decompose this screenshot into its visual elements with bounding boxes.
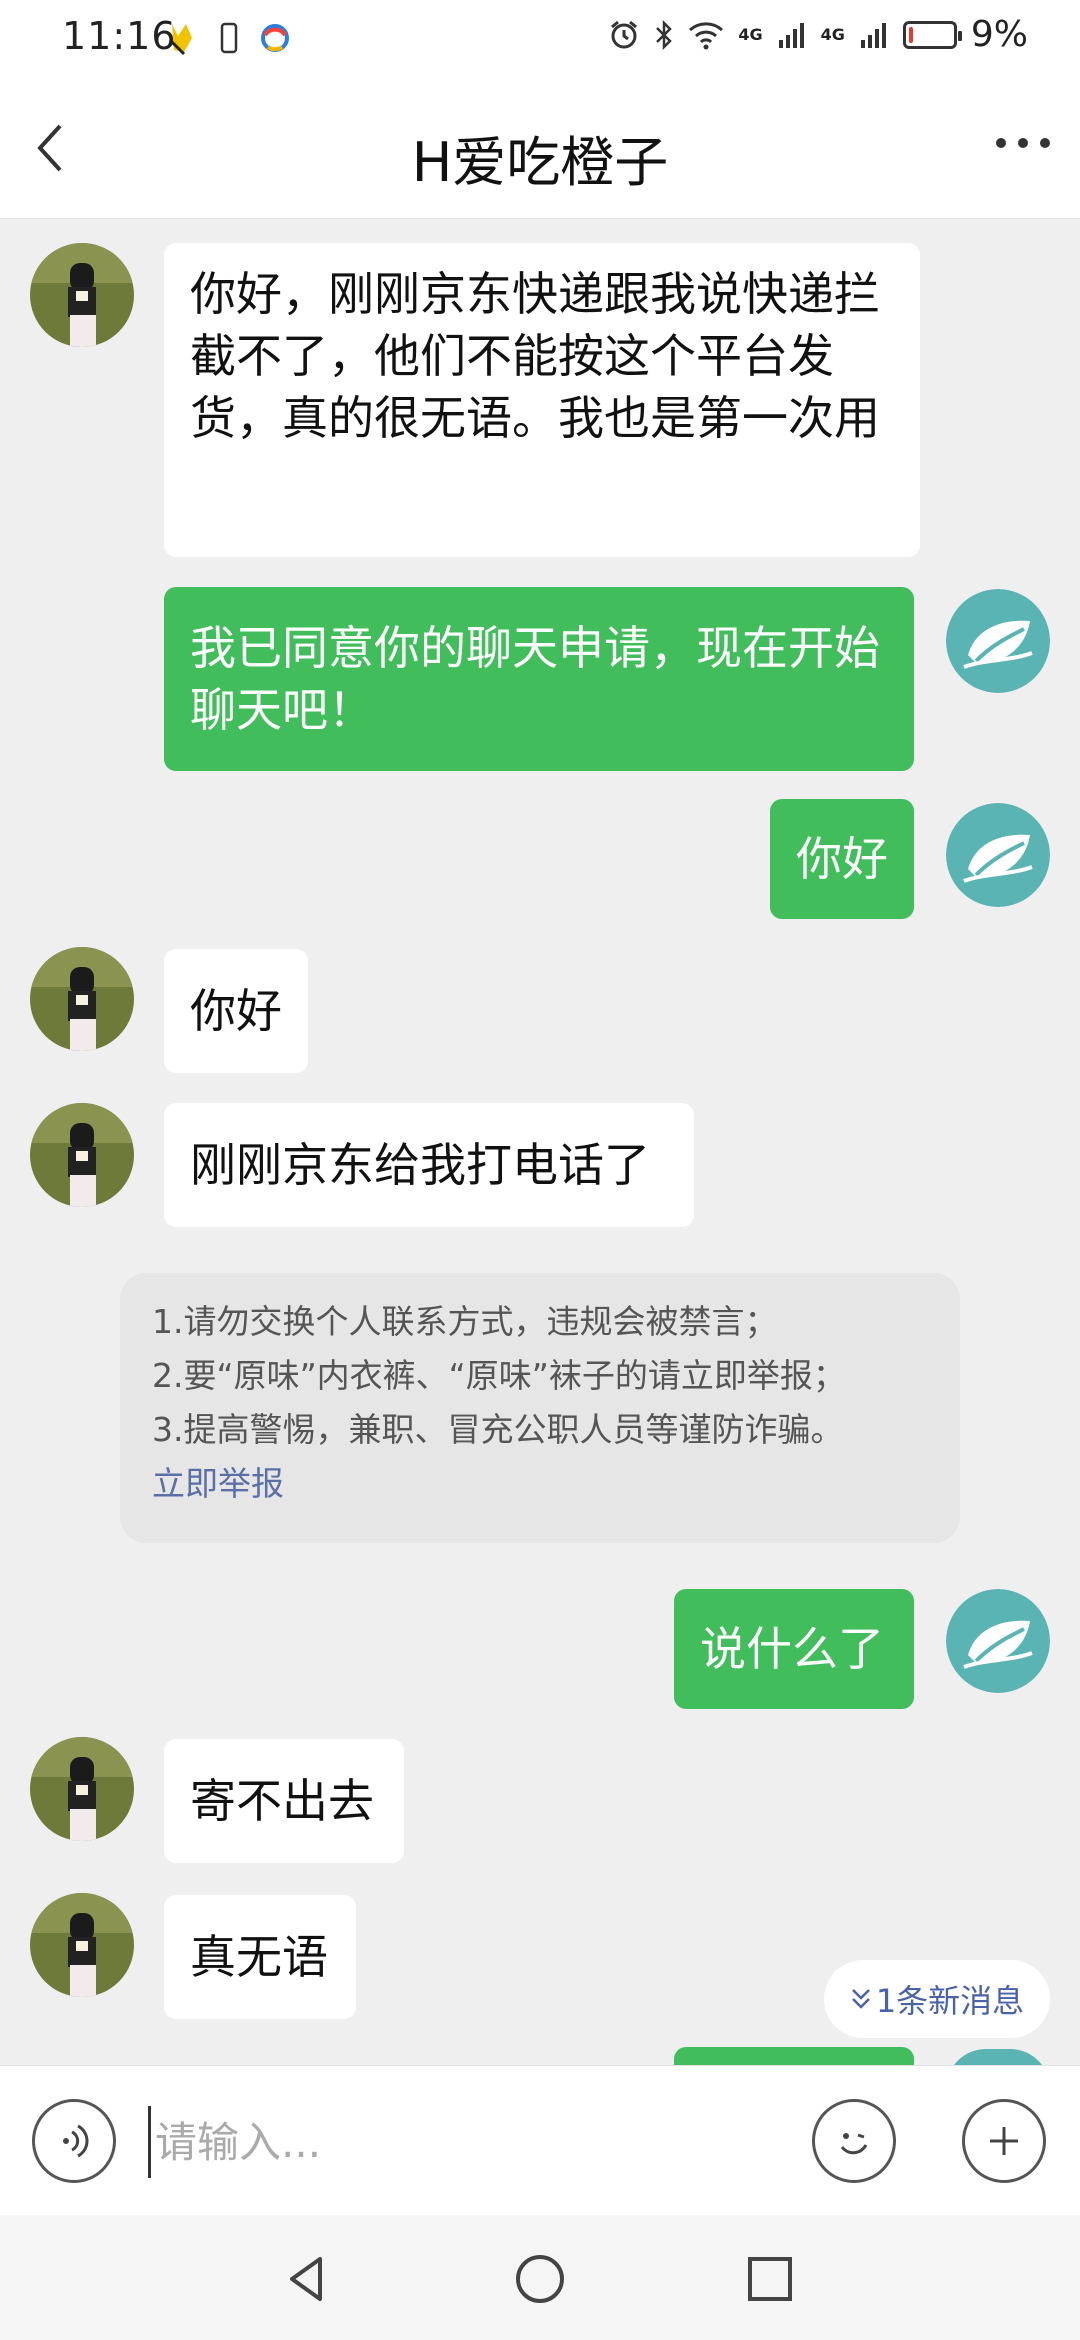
emoji-icon (840, 2133, 868, 2155)
my-avatar[interactable] (946, 589, 1050, 693)
message-bubble-outgoing[interactable]: 说什么了 (674, 1589, 914, 1709)
my-avatar[interactable] (946, 803, 1050, 907)
status-bar: 11:16 4G 4G 9% (0, 0, 1080, 78)
message-bubble-incoming[interactable]: 寄不出去 (164, 1739, 404, 1863)
new-message-text: 1条新消息 (875, 1982, 1025, 2020)
my-avatar-partial (946, 2049, 1050, 2065)
new-message-hint[interactable]: 1条新消息 (824, 1960, 1050, 2038)
signal-icon-2 (860, 22, 886, 48)
chat-message-list[interactable]: 你好，刚刚京东快递跟我说快递拦截不了，他们不能按这个平台发货，真的很无语。我也是… (0, 219, 1080, 2065)
report-link[interactable]: 立即举报 (152, 1457, 928, 1511)
plus-button[interactable] (962, 2099, 1046, 2183)
voice-button[interactable] (32, 2099, 116, 2183)
contact-avatar[interactable] (30, 1737, 134, 1841)
network-type-2: 4G (820, 25, 845, 44)
notice-line: 2.要“原味”内衣裤、“原味”袜子的请立即举报； (152, 1356, 846, 1395)
message-bubble-outgoing[interactable]: 你好 (770, 799, 914, 919)
wifi-icon (689, 21, 724, 49)
contact-avatar[interactable] (30, 947, 134, 1051)
battery-icon (902, 20, 962, 49)
message-bubble-incoming[interactable]: 你好 (164, 949, 308, 1073)
chat-header: H爱吃橙子 (0, 78, 1080, 219)
my-avatar[interactable] (946, 1589, 1050, 1693)
battery-level (908, 26, 913, 43)
more-dot (996, 138, 1006, 148)
message-input-bar (0, 2065, 1080, 2216)
chat-title: H爱吃橙子 (411, 131, 669, 194)
message-bubble-incoming[interactable]: 真无语 (164, 1895, 356, 2019)
message-bubble-incoming[interactable]: 刚刚京东给我打电话了 (164, 1103, 694, 1227)
emoji-button[interactable] (812, 2099, 896, 2183)
contact-avatar[interactable] (30, 243, 134, 347)
message-bubble-outgoing[interactable]: 我已同意你的聊天申请，现在开始聊天吧！ (164, 587, 914, 771)
contact-avatar[interactable] (30, 1893, 134, 1997)
notice-line: 3.提高警惕，兼职、冒充公职人员等谨防诈骗。 (152, 1410, 844, 1449)
system-navigation-bar (0, 2215, 1080, 2340)
nav-home-icon[interactable] (512, 2251, 568, 2307)
battery-percent: 9% (970, 14, 1028, 55)
notice-line: 1.请勿交换个人联系方式，违规会被禁言； (152, 1302, 778, 1341)
network-type-1: 4G (738, 25, 763, 44)
status-time: 11:16 (62, 14, 177, 58)
bluetooth-icon (656, 19, 673, 50)
safety-notice: 1.请勿交换个人联系方式，违规会被禁言； 2.要“原味”内衣裤、“原味”袜子的请… (120, 1273, 960, 1543)
message-bubble-incoming[interactable]: 你好，刚刚京东快递跟我说快递拦截不了，他们不能按这个平台发货，真的很无语。我也是… (164, 243, 920, 557)
plus-icon (990, 2127, 1018, 2155)
voice-icon (63, 2124, 89, 2158)
more-dot (1018, 138, 1028, 148)
alarm-icon (611, 20, 638, 48)
status-left-icons (166, 16, 290, 60)
browser-app-icon (261, 24, 289, 52)
notification-app-icon (168, 24, 192, 56)
chevron-down-icon (851, 1989, 870, 2009)
contact-avatar[interactable] (30, 1103, 134, 1207)
signal-icon-1 (778, 22, 804, 48)
status-right-icons: 4G 4G 9% (608, 14, 1028, 55)
more-icon[interactable] (996, 138, 1050, 148)
phone-icon (220, 22, 238, 54)
nav-back-icon[interactable] (280, 2251, 336, 2307)
nav-recent-icon[interactable] (742, 2251, 798, 2307)
message-input[interactable] (148, 2106, 777, 2178)
message-bubble-outgoing-partial (674, 2047, 914, 2065)
more-dot (1040, 138, 1050, 148)
